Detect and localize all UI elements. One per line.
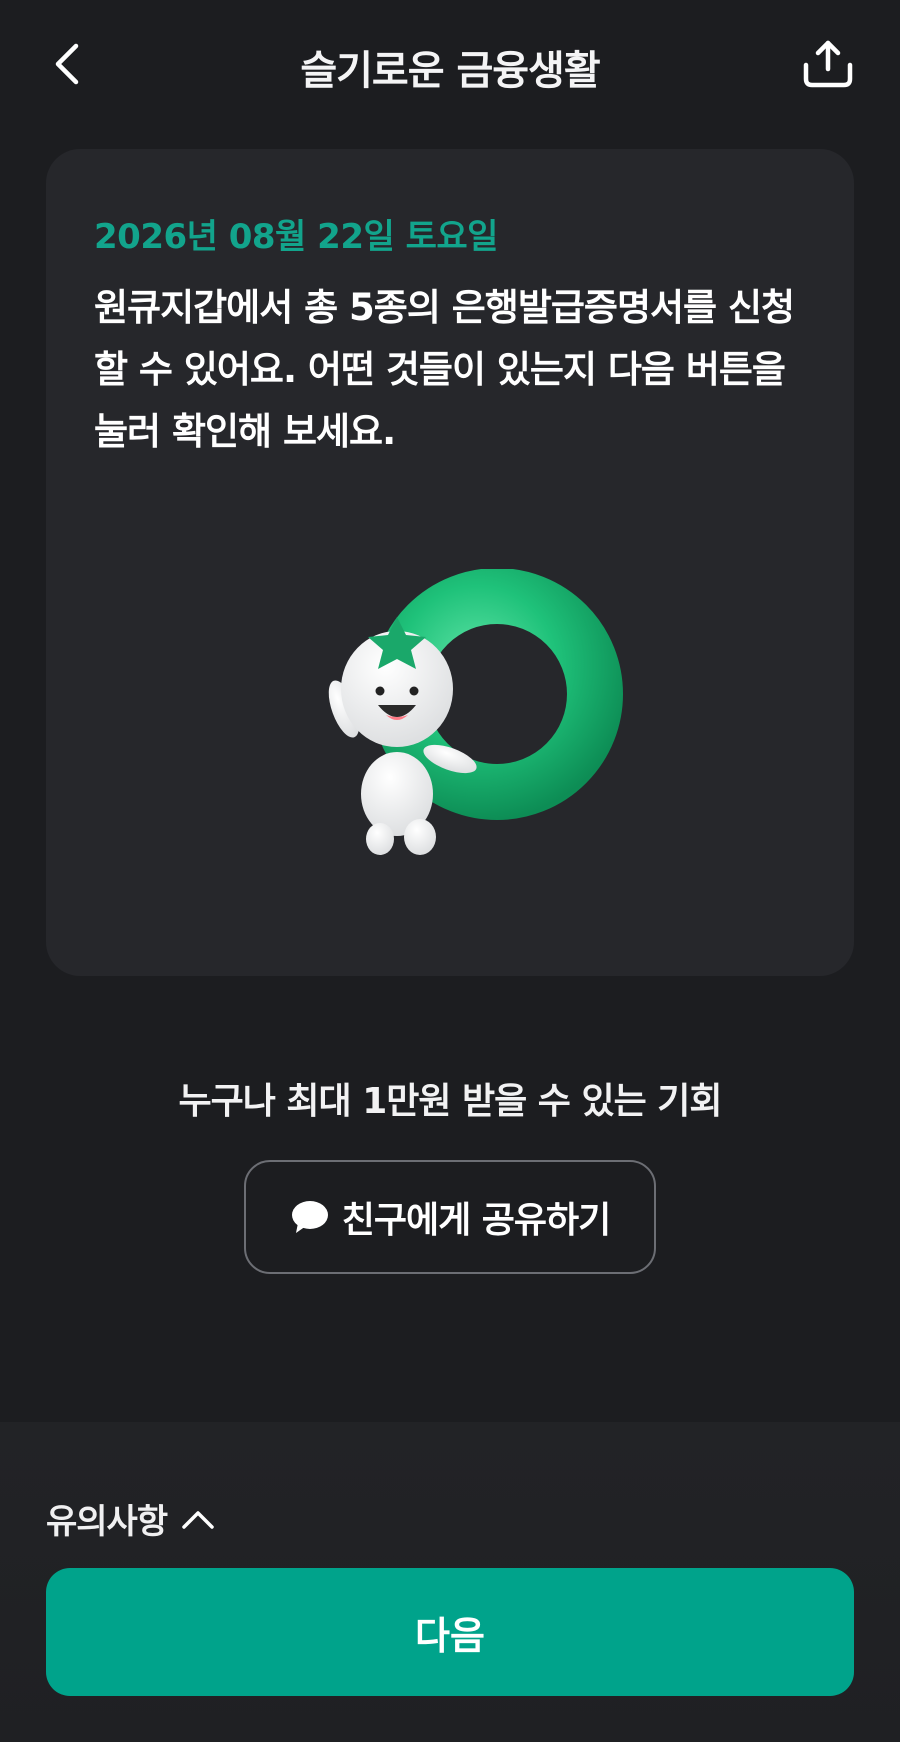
page-title: 슬기로운 금융생활 xyxy=(300,48,600,94)
card-message: 원큐지갑에서 총 5종의 은행발급증명서를 신청할 수 있어요. 어떤 것들이 … xyxy=(94,286,795,453)
chevron-up-icon xyxy=(182,1510,214,1529)
mascot-illustration xyxy=(302,568,632,869)
next-button-label: 다음 xyxy=(415,1613,485,1658)
screen: 슬기로운 금융생활 2026년 08월 22일 토요일 원큐지갑에서 총 5종의… xyxy=(0,0,900,1742)
info-card: 2026년 08월 22일 토요일 원큐지갑에서 총 5종의 은행발급증명서를 … xyxy=(46,149,854,976)
notice-toggle[interactable]: 유의사항 xyxy=(46,1494,215,1543)
top-bar: 슬기로운 금융생활 xyxy=(0,0,900,130)
share-with-friend-button[interactable]: 친구에게 공유하기 xyxy=(244,1160,656,1274)
share-with-friend-label: 친구에게 공유하기 xyxy=(341,1200,611,1241)
share-upload-icon xyxy=(803,40,853,88)
next-button[interactable]: 다음 xyxy=(46,1568,854,1696)
promo-text: 누구나 최대 1만원 받을 수 있는 기회 xyxy=(178,1081,723,1122)
card-date: 2026년 08월 22일 토요일 xyxy=(94,217,498,257)
notice-label: 유의사항 xyxy=(46,1502,168,1542)
bottom-action-area: 유의사항 다음 xyxy=(0,1422,900,1742)
share-button[interactable] xyxy=(796,34,860,94)
speech-bubble-icon xyxy=(291,1201,328,1233)
